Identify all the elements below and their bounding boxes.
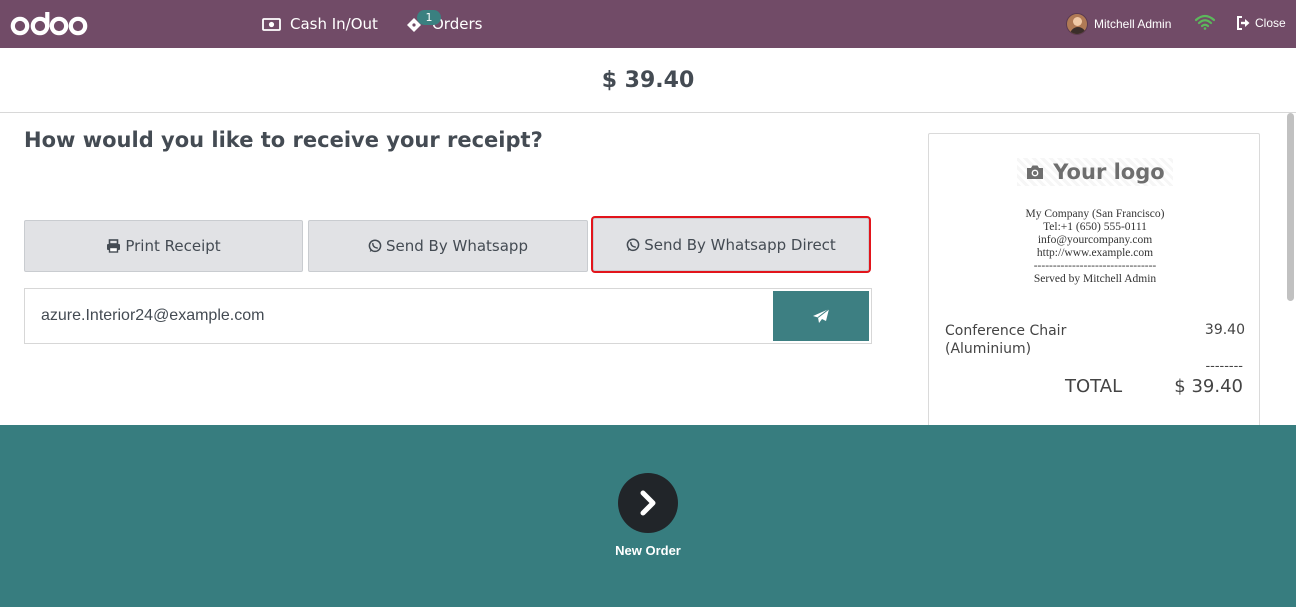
amount-header: $ 39.40 [0, 48, 1296, 113]
new-order-label: New Order [615, 543, 681, 558]
served-by: Served by Mitchell Admin [1033, 273, 1157, 285]
company-tel: Tel:+1 (650) 555-0111 [1043, 221, 1147, 233]
send-whatsapp-direct-label: Send By Whatsapp Direct [644, 235, 836, 254]
logo-text: Your logo [1053, 160, 1165, 184]
subtotal-dashes: -------- [1205, 359, 1243, 374]
camera-icon [1027, 165, 1044, 179]
total-label: TOTAL [1065, 376, 1123, 397]
send-whatsapp-label: Send By Whatsapp [386, 237, 528, 255]
print-icon [106, 239, 121, 253]
orders-button[interactable]: 1 Orders [405, 0, 482, 48]
wifi-icon [1194, 14, 1216, 35]
whatsapp-icon [368, 239, 382, 253]
paper-plane-icon [813, 308, 830, 323]
company-email: info@yourcompany.com [1037, 234, 1153, 246]
cash-in-out-label: Cash In/Out [290, 15, 378, 33]
email-field[interactable]: azure.Interior24@example.com [24, 288, 872, 344]
email-input-value[interactable]: azure.Interior24@example.com [41, 307, 264, 325]
bottom-action-bar: New Order [0, 425, 1296, 607]
close-button[interactable]: Close [1236, 14, 1286, 32]
sign-out-icon [1237, 16, 1250, 30]
receipt-question: How would you like to receive your recei… [24, 128, 543, 152]
line-product: Conference Chair (Aluminium) [945, 323, 1067, 357]
new-order-button[interactable] [618, 473, 678, 533]
odoo-logo [10, 9, 88, 39]
separator-line: -------------------------------- [1033, 260, 1157, 272]
scrollbar[interactable] [1287, 113, 1294, 301]
print-receipt-label: Print Receipt [125, 237, 221, 255]
receipt-preview: Your logo My Company (San Francisco) Tel… [928, 133, 1260, 433]
top-navbar: Cash In/Out 1 Orders Mitchell Admin Clos [0, 0, 1296, 48]
total-amount: $ 39.40 [601, 67, 695, 93]
company-name: My Company (San Francisco) [1025, 208, 1165, 220]
line-price: 39.40 [1204, 322, 1245, 338]
total-value: $ 39.40 [1174, 376, 1243, 397]
company-website: http://www.example.com [1036, 247, 1154, 259]
user-menu[interactable]: Mitchell Admin [1066, 12, 1171, 36]
close-label: Close [1255, 16, 1286, 30]
send-whatsapp-direct-button[interactable]: Send By Whatsapp Direct [593, 218, 869, 271]
chevron-right-icon [640, 490, 656, 516]
company-info: My Company (San Francisco) Tel:+1 (650) … [929, 208, 1261, 286]
print-receipt-button[interactable]: Print Receipt [24, 220, 303, 272]
money-icon [262, 17, 281, 31]
cash-in-out-button[interactable]: Cash In/Out [262, 0, 378, 48]
user-name: Mitchell Admin [1094, 17, 1172, 31]
avatar [1066, 13, 1088, 35]
receipt-logo: Your logo [929, 152, 1261, 192]
orders-count-badge: 1 [417, 10, 441, 25]
whatsapp-icon [626, 237, 640, 252]
send-email-button[interactable] [773, 291, 869, 341]
send-whatsapp-button[interactable]: Send By Whatsapp [308, 220, 588, 272]
